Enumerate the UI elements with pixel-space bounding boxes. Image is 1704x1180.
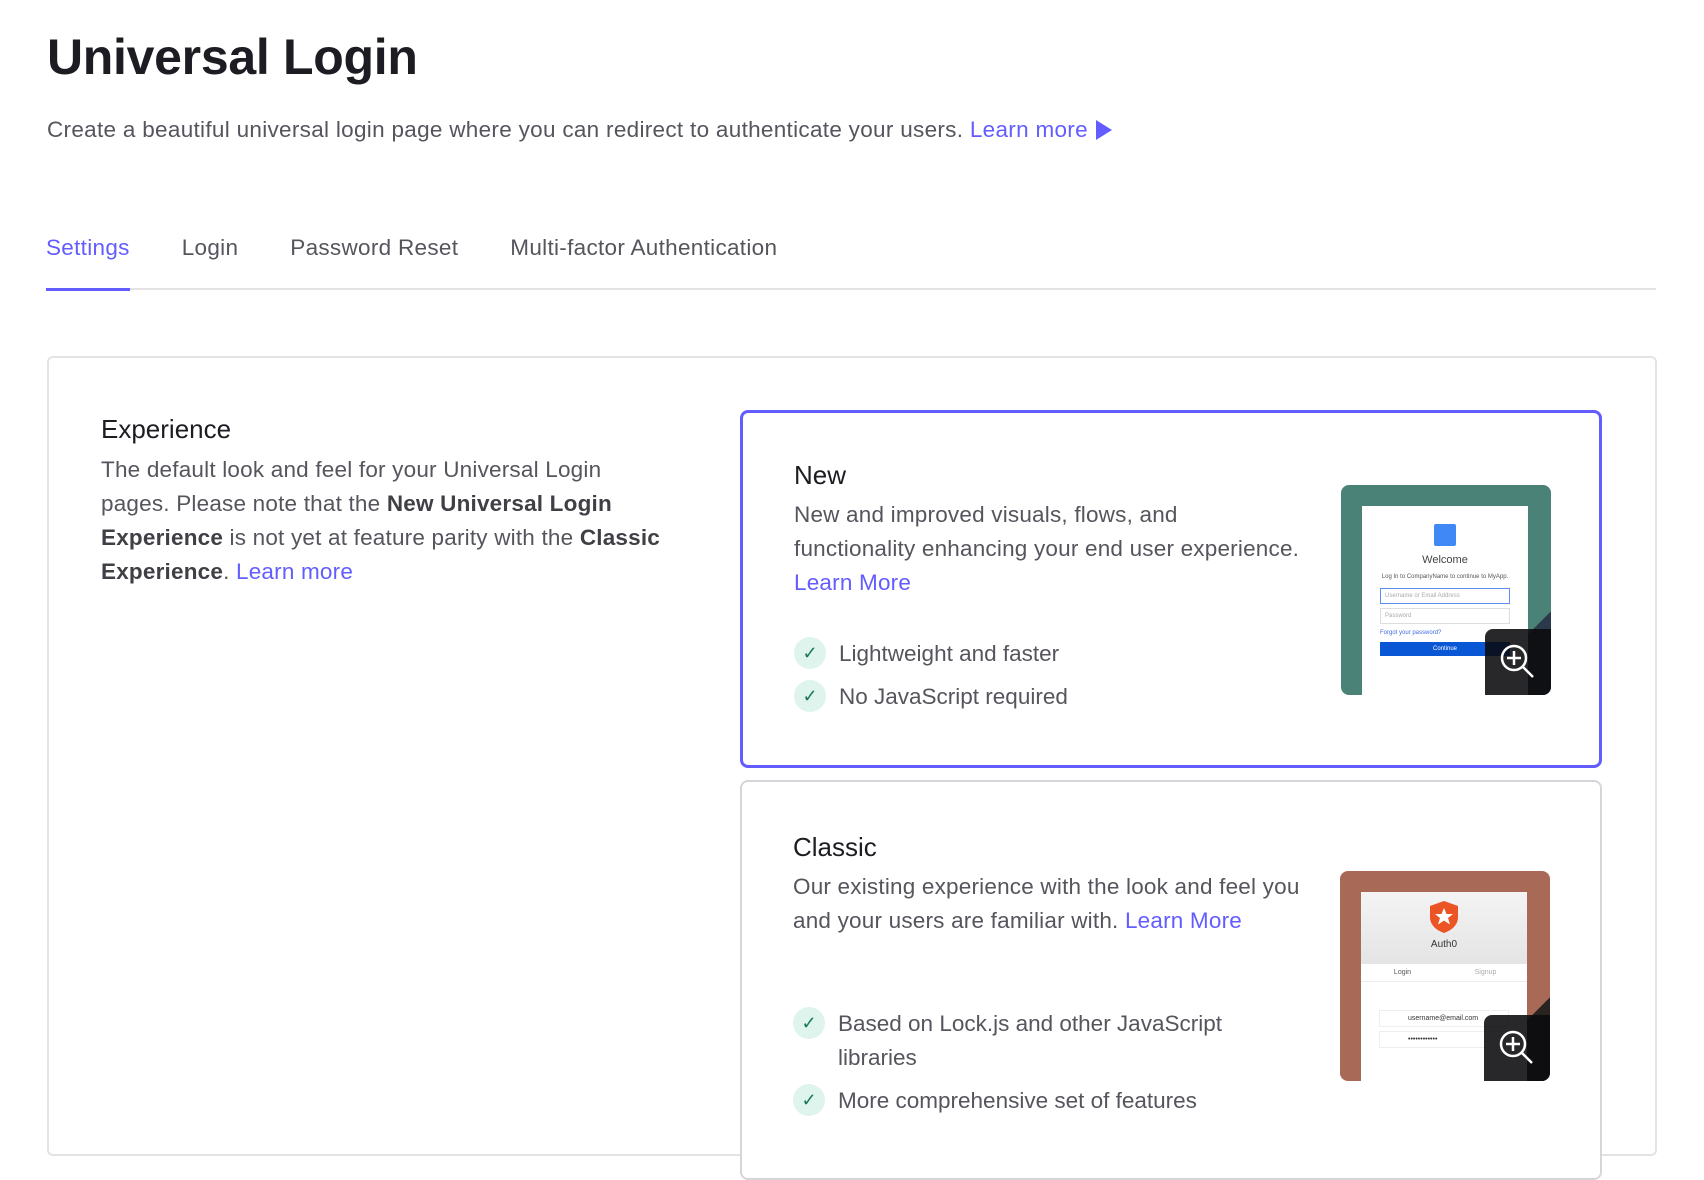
option-classic[interactable]: Classic Our existing experience with the… (740, 780, 1602, 1180)
experience-title: Experience (101, 414, 232, 444)
preview-username: Username or Email Address (1380, 588, 1510, 604)
classic-preview-image[interactable]: Auth0 Login Signup username@email.com •••… (1340, 871, 1550, 1081)
desc-text: . (223, 559, 236, 584)
feature-item: ✓ Lightweight and faster (794, 637, 1294, 671)
preview-text: Log In to CompanyName to continue to MyA… (1381, 574, 1509, 580)
learn-more-label: Learn more (969, 117, 1088, 142)
zoom-in-icon[interactable] (1484, 1015, 1550, 1081)
experience-description: The default look and feel for your Unive… (101, 453, 661, 589)
page-title: Universal Login (47, 29, 418, 85)
option-new-learn-more[interactable]: Learn More (794, 570, 911, 595)
preview-brand: Auth0 (1430, 939, 1458, 950)
feature-text: No JavaScript required (839, 684, 1068, 709)
desc-text: New and improved visuals, flows, and fun… (794, 502, 1300, 561)
feature-text: More comprehensive set of features (838, 1088, 1197, 1113)
feature-item: ✓ No JavaScript required (794, 680, 1294, 714)
option-classic-title: Classic (793, 832, 877, 862)
option-new-title: New (794, 460, 847, 490)
tab-bar: Settings Login Password Reset Multi-fact… (46, 232, 1656, 291)
option-classic-learn-more[interactable]: Learn More (1125, 908, 1242, 933)
new-preview-image[interactable]: Welcome Log In to CompanyName to continu… (1341, 485, 1551, 695)
preview-tab-login: Login (1393, 969, 1412, 976)
feature-item: ✓ Based on Lock.js and other JavaScript l… (793, 1007, 1293, 1075)
tab-mfa[interactable]: Multi-factor Authentication (510, 232, 777, 290)
feature-item: ✓ More comprehensive set of features (793, 1084, 1293, 1118)
check-icon: ✓ (794, 637, 826, 669)
auth0-shield-icon (1430, 901, 1458, 933)
check-icon: ✓ (793, 1084, 825, 1116)
check-icon: ✓ (794, 680, 826, 712)
page-subtitle: Create a beautiful universal login page … (47, 117, 1112, 143)
option-classic-description: Our existing experience with the look an… (793, 870, 1303, 938)
preview-welcome: Welcome (1422, 554, 1468, 566)
option-new-description: New and improved visuals, flows, and fun… (794, 498, 1304, 600)
check-icon: ✓ (793, 1007, 825, 1039)
tab-login[interactable]: Login (182, 232, 239, 290)
logo-icon (1434, 524, 1456, 546)
preview-password: Password (1380, 608, 1510, 624)
preview-tab-signup: Signup (1474, 969, 1497, 976)
feature-text: Lightweight and faster (839, 641, 1060, 666)
experience-learn-more-link[interactable]: Learn more (236, 559, 353, 584)
subtitle-text: Create a beautiful universal login page … (47, 117, 964, 142)
tab-password-reset[interactable]: Password Reset (290, 232, 458, 290)
learn-more-link[interactable]: Learn more (970, 117, 1112, 142)
tab-settings[interactable]: Settings (46, 232, 130, 291)
feature-text: Based on Lock.js and other JavaScript li… (838, 1011, 1222, 1070)
desc-text: is not yet at feature parity with the (223, 525, 580, 550)
zoom-in-icon[interactable] (1485, 629, 1551, 695)
play-icon (1095, 120, 1112, 140)
option-new[interactable]: New New and improved visuals, flows, and… (740, 410, 1602, 768)
